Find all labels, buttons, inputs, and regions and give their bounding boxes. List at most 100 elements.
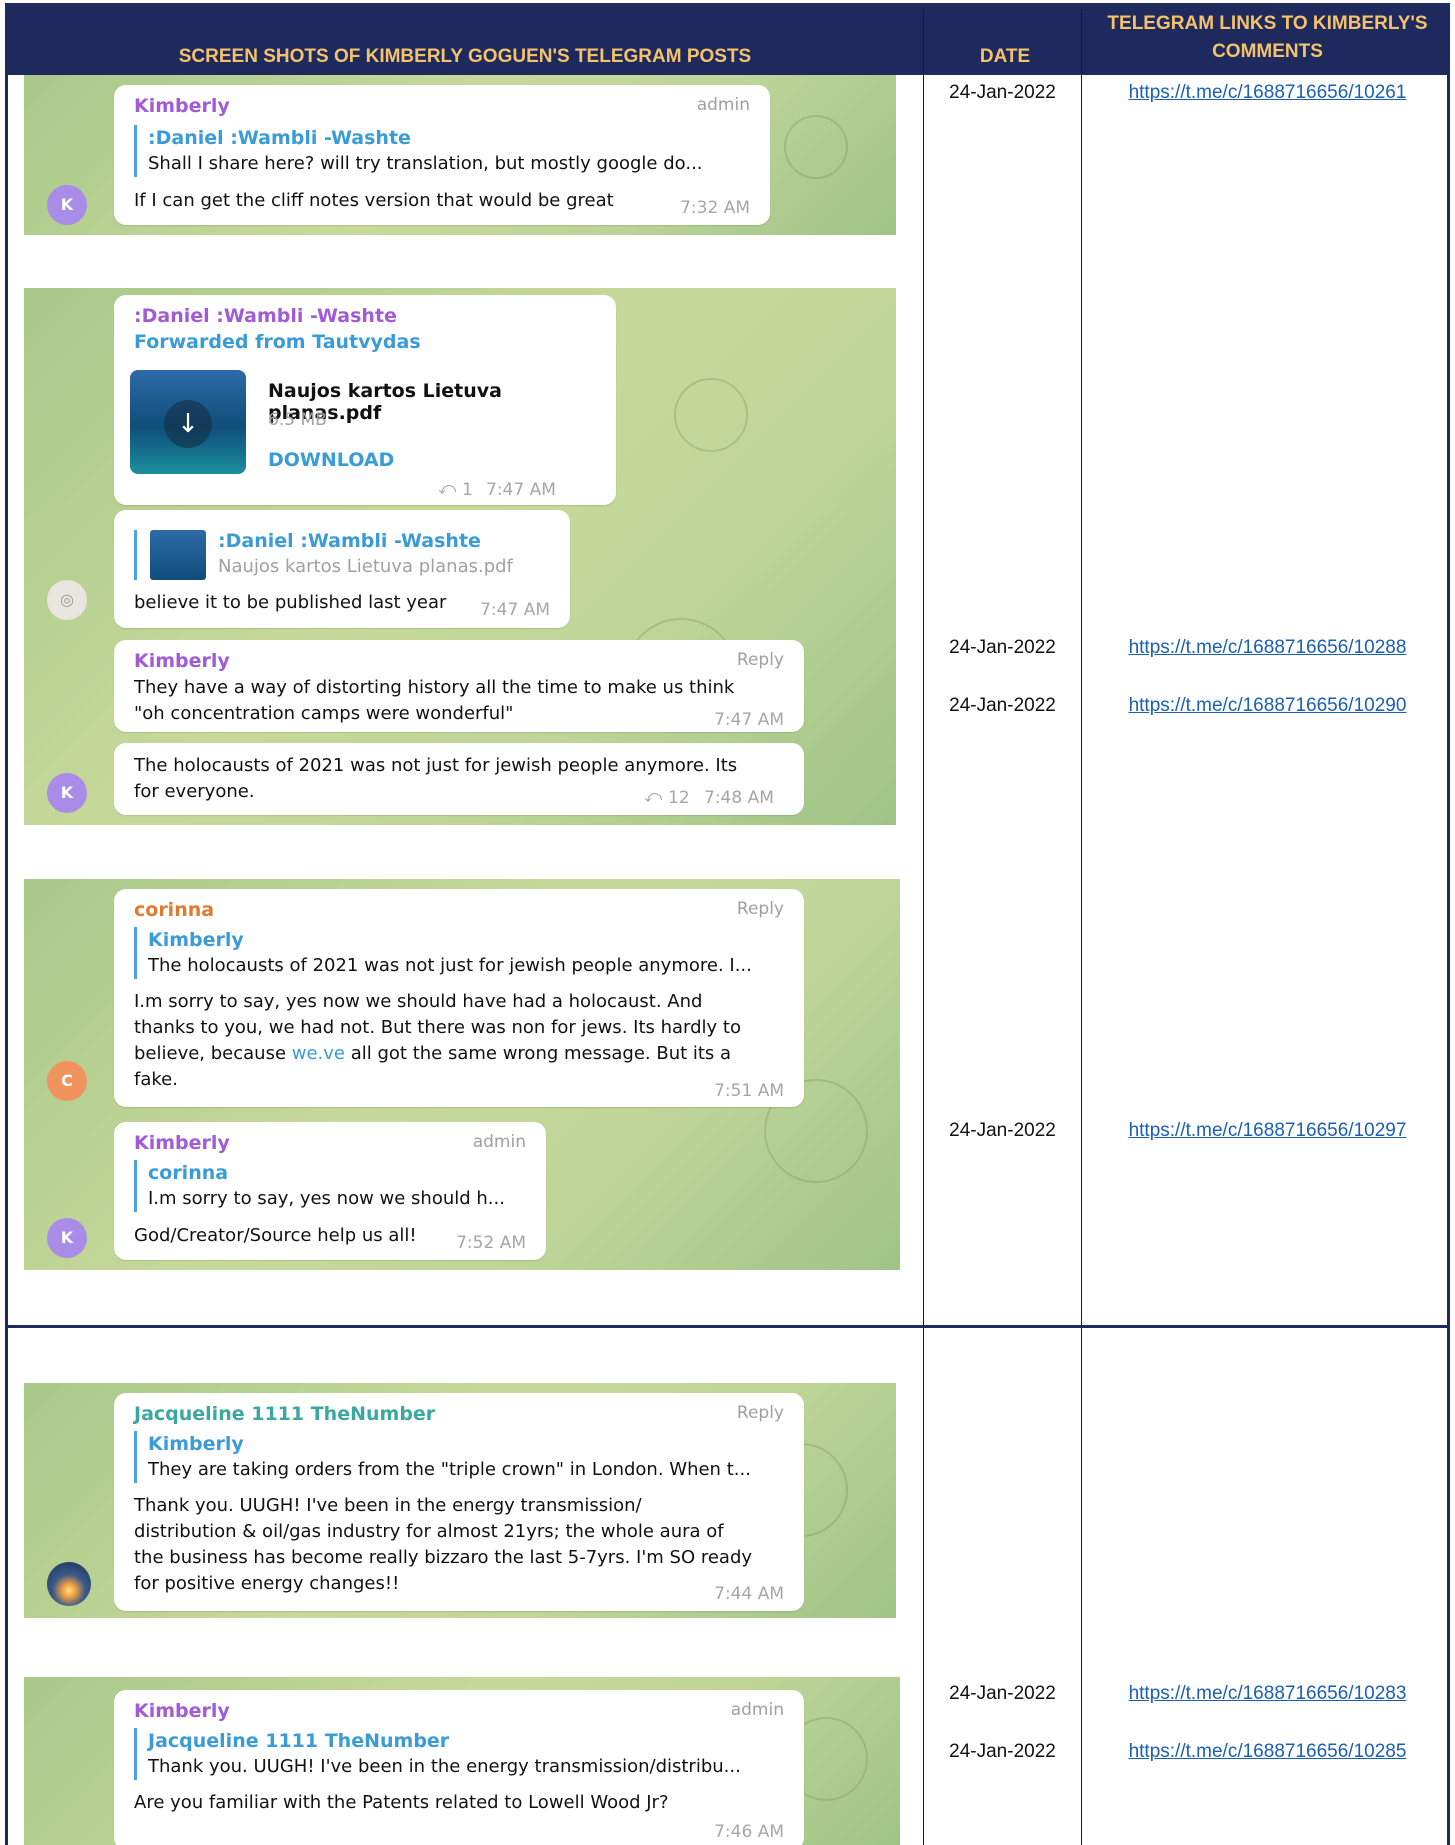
- inline-link[interactable]: we.ve: [292, 1043, 345, 1064]
- message-time: 7:47 AM: [714, 710, 784, 730]
- sender-name: :Daniel :Wambli -Washte: [134, 305, 397, 327]
- pdf-thumbnail[interactable]: ↓: [130, 370, 246, 474]
- sender-name: Kimberly: [134, 1700, 230, 1722]
- quote-author: Jacqueline 1111 TheNumber: [148, 1730, 450, 1752]
- background-doodle: [784, 115, 848, 179]
- reply-count: 12: [668, 788, 690, 808]
- message-bubble: corinna Reply Kimberly The holocausts of…: [114, 889, 804, 1107]
- avatar: K: [47, 185, 87, 225]
- telegram-link[interactable]: https://t.me/c/1688716656/10285: [1090, 1741, 1445, 1763]
- reply-label: Reply: [736, 650, 784, 670]
- quote-author: Kimberly: [148, 1433, 244, 1455]
- telegram-screenshot: Kimberly admin Jacqueline 1111 TheNumber…: [24, 1677, 900, 1845]
- telegram-link[interactable]: https://t.me/c/1688716656/10297: [1090, 1120, 1445, 1142]
- quote-text: Shall I share here? will try translation…: [148, 153, 703, 174]
- message-text: Are you familiar with the Patents relate…: [134, 1792, 669, 1813]
- download-button[interactable]: DOWNLOAD: [268, 449, 394, 471]
- reply-quote: Kimberly The holocausts of 2021 was not …: [134, 927, 752, 979]
- quote-author: corinna: [148, 1162, 229, 1184]
- message-bubble: :Daniel :Wambli -Washte Forwarded from T…: [114, 295, 616, 505]
- message-text-part: all got the same wrong message. But its …: [345, 1043, 732, 1064]
- message-time: 7:47 AM: [480, 600, 550, 620]
- message-time: 7:46 AM: [714, 1822, 784, 1842]
- message-time: 7:48 AM: [704, 788, 774, 808]
- message-bubble: Kimberly admin Jacqueline 1111 TheNumber…: [114, 1690, 804, 1845]
- avatar: ◎: [47, 580, 87, 620]
- header-links-line2: COMMENTS: [1212, 41, 1323, 62]
- reply-quote: Kimberly They are taking orders from the…: [134, 1431, 751, 1483]
- header-screenshots: SCREEN SHOTS OF KIMBERLY GOGUEN'S TELEGR…: [178, 46, 752, 67]
- date-cell: 24-Jan-2022: [949, 1683, 1056, 1704]
- message-text: for positive energy changes!!: [134, 1573, 400, 1594]
- admin-badge: admin: [696, 95, 750, 115]
- pdf-thumbnail: [150, 530, 206, 580]
- reply-label: Reply: [736, 899, 784, 919]
- message-text: If I can get the cliff notes version tha…: [134, 190, 614, 211]
- quote-author: Kimberly: [148, 929, 244, 951]
- column-divider-1: [923, 9, 924, 1845]
- reply-arrow-icon: ⤺: [438, 479, 457, 499]
- avatar: K: [47, 773, 87, 813]
- message-text: believe, because we.ve all got the same …: [134, 1041, 731, 1067]
- telegram-link[interactable]: https://t.me/c/1688716656/10261: [1090, 82, 1445, 104]
- message-text-part: believe, because: [134, 1043, 292, 1064]
- message-text: God/Creator/Source help us all!: [134, 1225, 417, 1246]
- telegram-link[interactable]: https://t.me/c/1688716656/10290: [1090, 695, 1445, 717]
- quote-text: Naujos kartos Lietuva planas.pdf: [218, 556, 513, 577]
- telegram-link[interactable]: https://t.me/c/1688716656/10283: [1090, 1683, 1445, 1705]
- sender-name: Kimberly: [134, 1132, 230, 1154]
- message-bubble: Kimberly Reply They have a way of distor…: [114, 640, 804, 732]
- message-text: Thank you. UUGH! I've been in the energy…: [134, 1495, 642, 1516]
- header-links-line1: TELEGRAM LINKS TO KIMBERLY'S: [1107, 13, 1428, 34]
- message-text: for everyone.: [134, 781, 255, 802]
- reply-quote: Jacqueline 1111 TheNumber Thank you. UUG…: [134, 1728, 741, 1780]
- sender-name: Kimberly: [134, 650, 230, 672]
- message-bubble: Kimberly admin corinna I.m sorry to say,…: [114, 1122, 546, 1260]
- quote-author: :Daniel :Wambli -Washte: [218, 530, 481, 552]
- message-time: 7:47 AM: [486, 480, 556, 500]
- telegram-screenshot: C corinna Reply Kimberly The holocausts …: [24, 879, 900, 1270]
- quote-text: The holocausts of 2021 was not just for …: [148, 955, 752, 976]
- message-time: 7:32 AM: [680, 198, 750, 218]
- date-cell: 24-Jan-2022: [949, 637, 1056, 658]
- admin-badge: admin: [730, 1700, 784, 1720]
- background-doodle: [674, 378, 748, 452]
- date-cell: 24-Jan-2022: [949, 1741, 1056, 1762]
- reply-quote: corinna I.m sorry to say, yes now we sho…: [134, 1160, 505, 1212]
- reply-arrow-icon: ⤺: [644, 787, 663, 807]
- date-cell: 24-Jan-2022: [949, 82, 1056, 103]
- telegram-link[interactable]: https://t.me/c/1688716656/10288: [1090, 637, 1445, 659]
- quote-text: I.m sorry to say, yes now we should h...: [148, 1188, 505, 1209]
- avatar: C: [47, 1061, 87, 1101]
- message-text: thanks to you, we had not. But there was…: [134, 1017, 741, 1038]
- message-bubble: Jacqueline 1111 TheNumber Reply Kimberly…: [114, 1393, 804, 1611]
- reply-label: Reply: [736, 1403, 784, 1423]
- avatar: [47, 1562, 91, 1606]
- date-cell: 24-Jan-2022: [949, 1120, 1056, 1141]
- column-divider-2: [1081, 9, 1082, 1845]
- message-bubble: :Daniel :Wambli -Washte Naujos kartos Li…: [114, 510, 570, 628]
- message-text: "oh concentration camps were wonderful": [134, 703, 514, 724]
- date-cell: 24-Jan-2022: [949, 695, 1056, 716]
- quote-text: They are taking orders from the "triple …: [148, 1459, 751, 1480]
- message-text: the business has become really bizzaro t…: [134, 1547, 753, 1568]
- table-header: SCREEN SHOTS OF KIMBERLY GOGUEN'S TELEGR…: [5, 9, 1450, 75]
- message-text: I.m sorry to say, yes now we should have…: [134, 991, 703, 1012]
- sender-name: Kimberly: [134, 95, 230, 117]
- avatar: K: [47, 1218, 87, 1258]
- document-page: SCREEN SHOTS OF KIMBERLY GOGUEN'S TELEGR…: [0, 0, 1455, 1845]
- row-divider: [5, 1325, 1450, 1328]
- message-time: 7:51 AM: [714, 1081, 784, 1101]
- header-date: DATE: [979, 46, 1031, 67]
- message-time: 7:44 AM: [714, 1584, 784, 1604]
- forwarded-from: Forwarded from Tautvydas: [134, 331, 421, 353]
- telegram-screenshot: :Daniel :Wambli -Washte Forwarded from T…: [24, 288, 896, 825]
- table-border-left: [5, 75, 8, 1845]
- telegram-screenshot: Jacqueline 1111 TheNumber Reply Kimberly…: [24, 1383, 896, 1618]
- message-text: The holocausts of 2021 was not just for …: [134, 755, 738, 776]
- quote-author: :Daniel :Wambli -Washte: [148, 127, 411, 149]
- message-text: believe it to be published last year: [134, 592, 447, 613]
- reply-quote: :Daniel :Wambli -Washte Shall I share he…: [134, 125, 703, 177]
- file-size: 6.5 MB: [268, 410, 327, 430]
- sender-name: corinna: [134, 899, 215, 921]
